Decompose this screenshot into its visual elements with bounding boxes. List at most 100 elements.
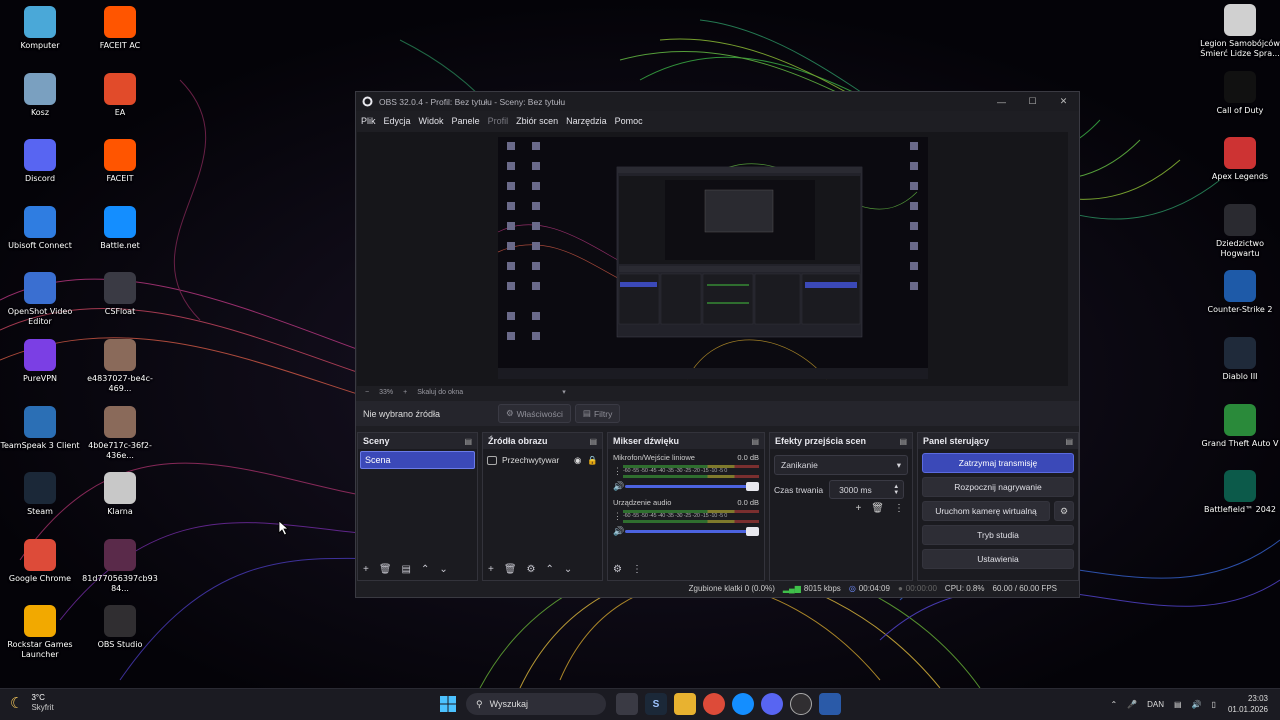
desktop-shortcut[interactable]: Diablo III [1200,337,1280,382]
trash-icon[interactable]: 🗑 [871,503,884,514]
menu-narzedzia[interactable]: Narzędzia [566,116,607,126]
network-icon[interactable]: ▤ [1174,700,1182,709]
desktop-shortcut[interactable]: PureVPN [0,339,80,384]
volume-slider[interactable] [625,527,759,536]
chevron-down-icon[interactable]: ▾ [562,388,566,396]
menu-zbior-scen[interactable]: Zbiór scen [516,116,558,126]
chrome-taskbar-icon[interactable] [703,693,725,715]
discord-taskbar-icon[interactable] [761,693,783,715]
chevron-up-icon[interactable]: ⌃ [546,564,554,575]
taskbar-search[interactable]: ⚲ Wyszukaj [466,693,606,715]
undock-icon[interactable]: ▤ [751,437,759,446]
undock-icon[interactable]: ▤ [1065,437,1073,446]
desktop-shortcut[interactable]: FACEIT AC [80,6,160,51]
task-view-icon[interactable] [616,693,638,715]
clock[interactable]: 23:03 01.01.2026 [1228,693,1268,715]
more-options-icon[interactable]: ⋮ [613,466,623,477]
start-button[interactable] [437,693,459,715]
transition-select[interactable]: Zanikanie ▾ [774,455,908,475]
desktop-shortcut[interactable]: Call of Duty [1200,70,1280,116]
settings-button[interactable]: Ustawienia [922,549,1074,569]
speaker-icon[interactable]: 🔊 [613,481,625,492]
weather-widget[interactable]: ☾ 3°C Skyfrit [10,693,54,713]
app-taskbar-icon[interactable] [819,693,841,715]
filter-icon[interactable]: ▤ [402,564,411,575]
chevron-down-icon[interactable]: ⌄ [439,564,447,575]
language-indicator[interactable]: DAN [1147,700,1164,709]
obs-titlebar[interactable]: OBS 32.0.4 - Profil: Bez tytułu - Sceny:… [356,92,1079,111]
desktop-shortcut[interactable]: FACEIT [80,139,160,184]
eye-icon[interactable]: ◉ [574,455,581,466]
undock-icon[interactable]: ▤ [589,437,597,446]
lock-icon[interactable]: 🔒 [587,455,598,466]
volume-slider-handle[interactable] [746,527,759,536]
zoom-in-button[interactable]: + [403,389,407,396]
gear-icon[interactable]: ⚙ [527,564,536,575]
desktop-shortcut[interactable]: Ubisoft Connect [0,205,80,251]
desktop-shortcut[interactable]: Counter-Strike 2 [1200,270,1280,315]
more-options-icon[interactable]: ⋮ [894,503,904,514]
volume-slider[interactable] [625,482,759,491]
desktop-shortcut[interactable]: CSFloat [80,272,160,317]
desktop-shortcut[interactable]: Battlefield™ 2042 [1200,470,1280,515]
volume-slider-handle[interactable] [746,482,759,491]
desktop-shortcut[interactable]: Komputer [0,6,80,51]
file-explorer-icon[interactable] [674,693,696,715]
battlenet-taskbar-icon[interactable] [732,693,754,715]
desktop-shortcut[interactable]: EA [80,72,160,118]
maximize-button[interactable]: ☐ [1017,92,1048,111]
desktop-shortcut[interactable]: Battle.net [80,205,160,251]
speaker-icon[interactable]: 🔊 [613,526,625,537]
start-recording-button[interactable]: Rozpocznij nagrywanie [922,477,1074,497]
preview-canvas[interactable] [357,132,1068,387]
add-icon[interactable]: + [855,503,861,514]
trash-icon[interactable]: 🗑 [504,564,517,575]
filters-button[interactable]: ▤ Filtry [574,404,621,423]
close-button[interactable]: ✕ [1048,92,1079,111]
desktop-shortcut[interactable]: Rockstar Games Launcher [0,605,80,660]
desktop-shortcut[interactable]: Klarna [80,472,160,517]
desktop-shortcut[interactable]: Steam [0,472,80,517]
source-item[interactable]: Przechwytywar ◉ 🔒 [487,453,598,467]
desktop-shortcut[interactable]: Discord [0,139,80,184]
battery-icon[interactable]: ▯ [1212,700,1216,709]
gear-icon[interactable]: ⚙ [1054,501,1074,521]
more-options-icon[interactable]: ⋮ [613,511,623,522]
desktop-shortcut[interactable]: Grand Theft Auto V [1200,403,1280,449]
menu-profil[interactable]: Profil [488,116,509,126]
microphone-icon[interactable]: 🎤 [1127,700,1137,709]
stop-stream-button[interactable]: Zatrzymaj transmisję [922,453,1074,473]
chevron-up-icon[interactable]: ⌃ [1110,700,1117,709]
desktop-shortcut[interactable]: e4837027-be4c-469... [80,339,160,394]
desktop-shortcut[interactable]: Google Chrome [0,538,80,584]
menu-panele[interactable]: Panele [452,116,480,126]
scene-item[interactable]: Scena [360,451,475,469]
studio-mode-button[interactable]: Tryb studia [922,525,1074,545]
properties-button[interactable]: ⚙ Właściwości [498,404,571,423]
start-virtual-camera-button[interactable]: Uruchom kamerę wirtualną [922,501,1050,521]
scale-select[interactable]: Skaluj do okna [417,389,552,396]
more-options-icon[interactable]: ⋮ [632,564,642,575]
spin-arrows-icon[interactable]: ▲ ▼ [893,484,899,496]
advanced-audio-icon[interactable]: ⚙ [613,564,622,575]
menu-plik[interactable]: Plik [361,116,376,126]
obs-taskbar-icon[interactable] [790,693,812,715]
desktop-shortcut[interactable]: OpenShot Video Editor [0,272,80,327]
add-icon[interactable]: + [363,564,369,575]
duration-spinbox[interactable]: 3000 ms ▲ ▼ [829,480,905,499]
desktop-shortcut[interactable]: Kosz [0,72,80,118]
menu-edycja[interactable]: Edycja [384,116,411,126]
trash-icon[interactable]: 🗑 [379,564,392,575]
minimize-button[interactable]: — [986,92,1017,111]
menu-pomoc[interactable]: Pomoc [615,116,643,126]
desktop-shortcut[interactable]: Dziedzictwo Hogwartu [1200,203,1280,259]
zoom-out-button[interactable]: − [365,389,369,396]
chevron-up-icon[interactable]: ⌃ [421,564,429,575]
add-icon[interactable]: + [488,564,494,575]
undock-icon[interactable]: ▤ [464,437,472,446]
desktop-shortcut[interactable]: Legion Samobójców Śmierć Lidze Spra... [1200,4,1280,59]
steam-taskbar-icon[interactable]: S [645,693,667,715]
desktop-shortcut[interactable]: 81d77056397cb9384... [80,538,160,594]
volume-icon[interactable]: 🔊 [1192,700,1202,709]
chevron-down-icon[interactable]: ⌄ [564,564,572,575]
